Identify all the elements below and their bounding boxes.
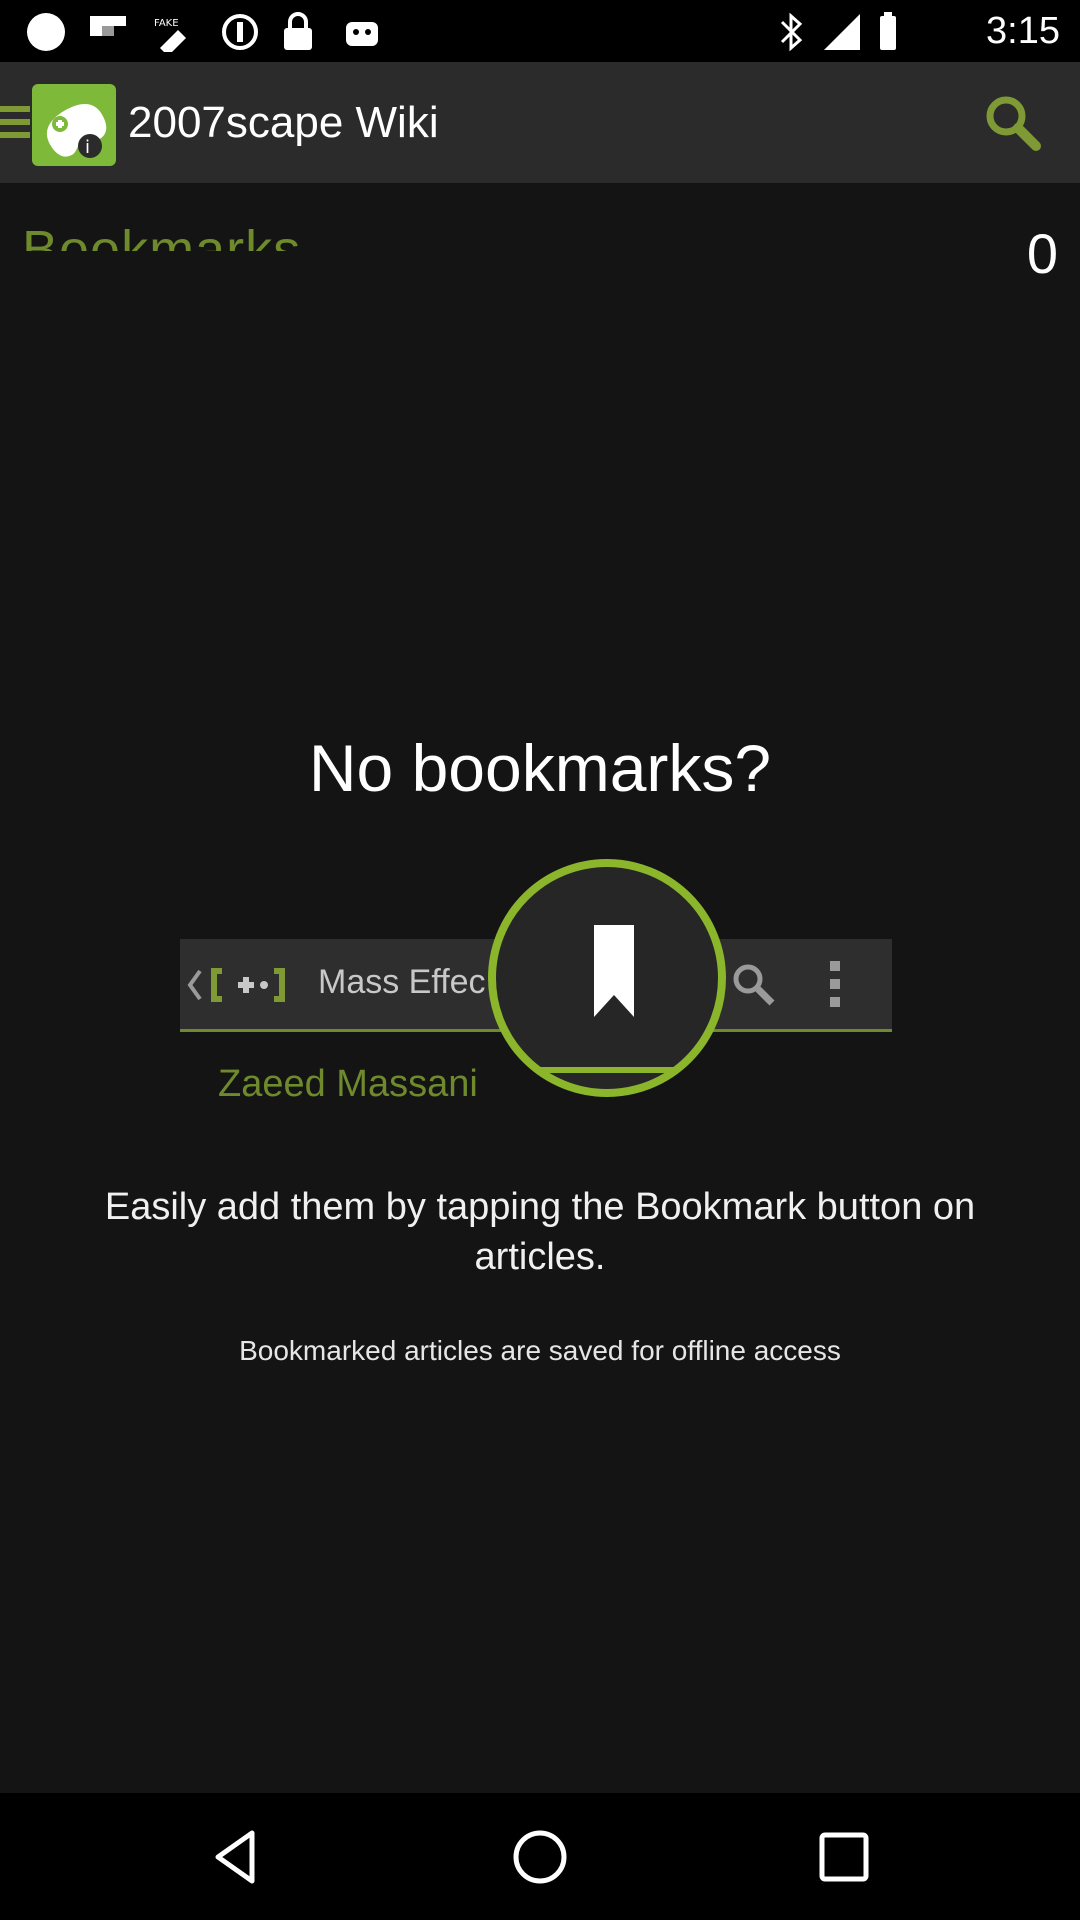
illustration-subtext: Zaeed Massani <box>218 1063 478 1105</box>
recents-square-icon[interactable] <box>812 1825 876 1889</box>
bookmarks-label: Bookmarks <box>22 220 302 251</box>
signal-icon <box>824 14 860 50</box>
empty-state-description: Easily add them by tapping the Bookmark … <box>104 1186 976 1278</box>
status-time: 3:15 <box>986 10 1060 52</box>
hamburger-menu-icon[interactable] <box>0 106 30 142</box>
fake-gps-icon: FAKE <box>154 18 186 52</box>
svg-text:i: i <box>85 137 90 158</box>
bookmark-illustration: Mass Effec Zaeed Massani <box>180 855 900 1120</box>
notification-dot-icon <box>27 13 65 51</box>
illustration-bookmark-button <box>488 859 726 1097</box>
illustration-bar-text: Mass Effec <box>318 963 486 1001</box>
home-circle-icon[interactable] <box>508 1825 572 1889</box>
lock-icon <box>284 12 312 50</box>
illustration-search-icon <box>733 964 775 1006</box>
data-saver-icon <box>222 14 258 50</box>
search-icon[interactable] <box>980 92 1044 156</box>
android-icon <box>346 22 378 46</box>
status-bar: FAKE 3:15 <box>0 0 1080 62</box>
bookmarks-count: 0 <box>1026 222 1058 285</box>
app-logo[interactable]: i <box>32 84 116 166</box>
back-triangle-icon[interactable] <box>206 1825 270 1889</box>
app-bar: i 2007scape Wiki <box>0 62 1080 183</box>
bluetooth-icon <box>780 12 803 52</box>
illustration-nav-icon <box>187 968 285 1002</box>
flipboard-icon <box>90 16 126 36</box>
illustration-underline <box>536 1067 676 1073</box>
battery-icon <box>880 12 896 50</box>
empty-state-note: Bookmarked articles are saved for offlin… <box>239 1335 841 1366</box>
illustration-overflow-icon <box>830 961 840 1007</box>
gamepad-info-icon: i <box>46 104 107 158</box>
bookmarks-header: Bookmarks <box>0 183 1080 251</box>
app-title: 2007scape Wiki <box>128 98 439 147</box>
navigation-bar <box>0 1793 1080 1920</box>
svg-text:FAKE: FAKE <box>154 18 179 29</box>
empty-state-title: No bookmarks? <box>308 731 772 805</box>
bookmark-icon <box>594 925 634 1017</box>
